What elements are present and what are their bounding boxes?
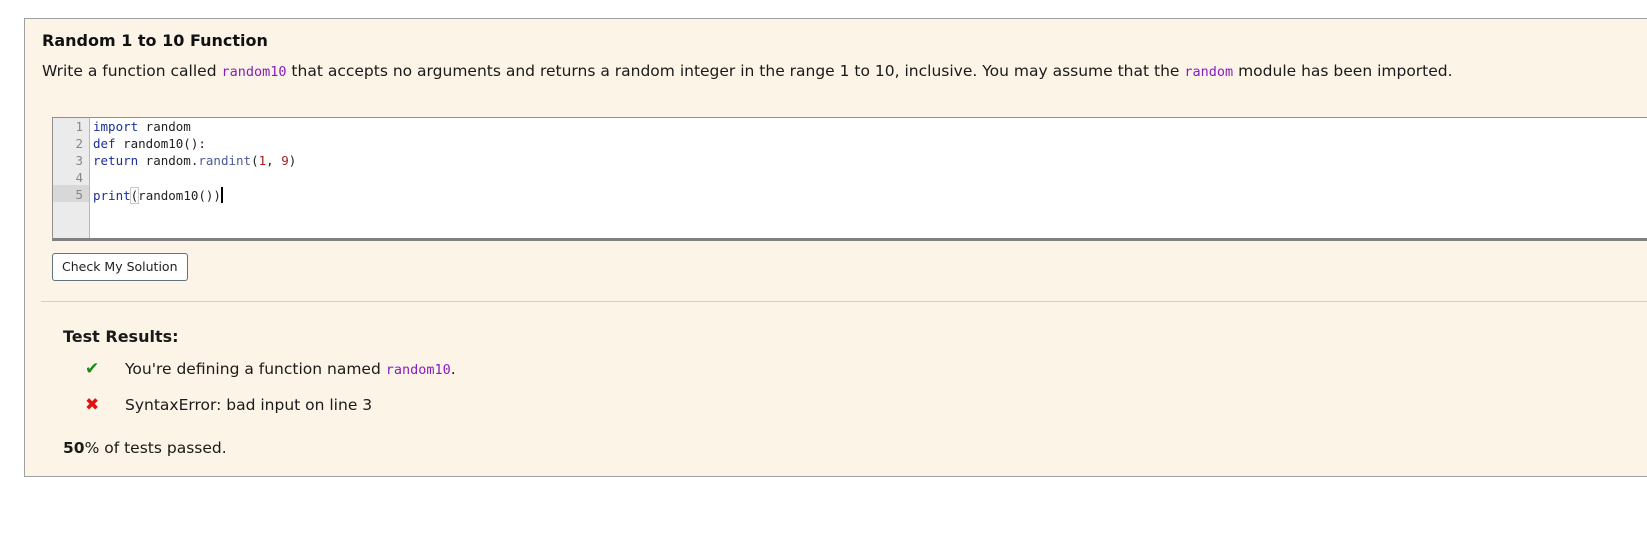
exercise-title: Random 1 to 10 Function	[42, 31, 268, 50]
test-result-fail: ✖ SyntaxError: bad input on line 3	[85, 395, 373, 415]
text-cursor	[220, 187, 223, 203]
percent-passed: 50	[63, 439, 85, 457]
active-line-highlight	[53, 185, 89, 202]
line-number: 4	[75, 170, 83, 185]
code-line-5[interactable]: print(random10())	[93, 187, 223, 204]
line-number: 3	[75, 153, 83, 168]
divider	[41, 301, 1647, 302]
exercise-description: Write a function called random10 that ac…	[42, 62, 1453, 80]
inline-code-random: random	[1184, 64, 1234, 80]
tests-passed-summary: 50% of tests passed.	[63, 439, 227, 457]
check-my-solution-button[interactable]: Check My Solution	[52, 253, 188, 281]
inline-code-random10: random10	[385, 362, 451, 378]
code-line-2[interactable]: def random10():	[93, 136, 206, 151]
inline-code-random10: random10	[221, 64, 287, 80]
code-line-3[interactable]: return random.randint(1, 9)	[93, 153, 296, 168]
test-result-pass: ✔ You're defining a function named random…	[85, 359, 456, 379]
code-line-1[interactable]: import random	[93, 119, 191, 134]
code-editor[interactable]: 1 2 3 4 5 import random def random10(): …	[52, 117, 1647, 241]
exercise-panel: Random 1 to 10 Function Write a function…	[24, 18, 1647, 477]
line-number: 1	[75, 119, 83, 134]
x-mark-icon: ✖	[85, 395, 100, 415]
line-number: 5	[75, 187, 83, 202]
checkmark-icon: ✔	[85, 359, 100, 379]
line-number-gutter: 1 2 3 4 5	[53, 118, 90, 238]
line-number: 2	[75, 136, 83, 151]
test-results-heading: Test Results:	[63, 327, 179, 346]
